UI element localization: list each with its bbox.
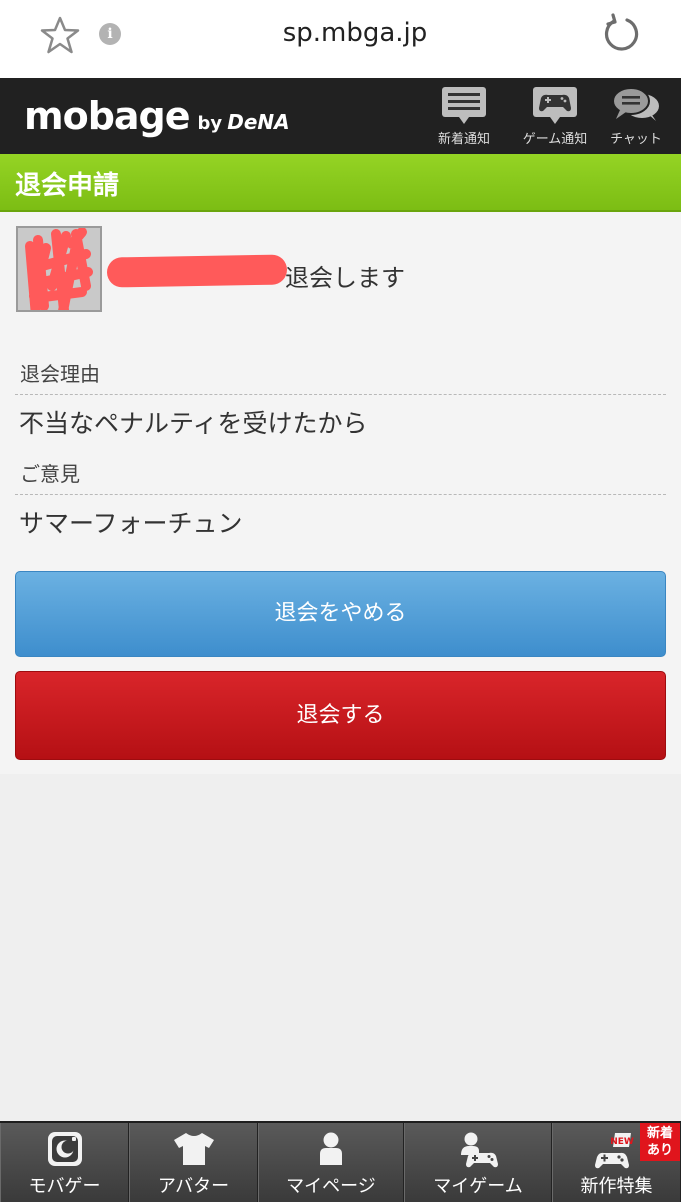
badge-line: 新着 — [646, 1126, 673, 1141]
new-tag-text: NEW — [610, 1137, 634, 1147]
withdraw-message: 退会します — [285, 264, 405, 292]
tab-label: アバター — [157, 1176, 230, 1197]
person-gamepad-icon — [461, 1132, 498, 1168]
page-title-bar: 退会申請 — [0, 154, 681, 212]
site-header: mobage by DeNA 新着通知 ゲーム通知 チャット — [0, 78, 681, 154]
gamepad-bubble-icon — [533, 87, 577, 124]
logo-text: mobage — [24, 94, 191, 138]
tab-new-games[interactable]: NEW 新着 あり 新作特集 — [552, 1123, 681, 1202]
opinion-value: サマーフォーチュン — [19, 509, 243, 538]
badge-line: あり — [646, 1143, 673, 1158]
header-button-label: チャット — [610, 132, 662, 147]
opinion-label: ご意見 — [20, 462, 80, 486]
tab-mypage[interactable]: マイページ — [258, 1123, 404, 1202]
logo-by: by — [197, 113, 223, 134]
chat-bubbles-icon — [612, 87, 659, 121]
info-icon[interactable]: i — [99, 23, 121, 45]
browser-address-bar: i sp.mbga.jp — [0, 0, 681, 78]
mobage-logo[interactable]: mobage by DeNA — [24, 94, 290, 138]
url-text[interactable]: sp.mbga.jp — [200, 18, 510, 48]
footer-tab-bar: モバゲー アバター マイページ マイゲーム NEW 新着 あり 新作特集 — [0, 1121, 681, 1202]
opinion-divider — [15, 494, 666, 495]
redacted-username — [106, 254, 288, 288]
new-gamepad-icon: NEW — [595, 1133, 634, 1169]
confirm-withdrawal-button[interactable]: 退会する — [15, 671, 666, 760]
person-icon — [320, 1132, 342, 1165]
header-button-label: ゲーム通知 — [522, 132, 588, 147]
tab-label: 新作特集 — [580, 1176, 653, 1197]
tab-mobage[interactable]: モバゲー — [0, 1123, 129, 1202]
tshirt-icon — [173, 1133, 214, 1165]
redaction-scribble — [25, 228, 93, 310]
new-arrival-badge: 新着 あり — [640, 1123, 680, 1161]
tab-label: マイページ — [286, 1176, 376, 1197]
tab-label: モバゲー — [28, 1176, 101, 1197]
header-notification-button[interactable]: 新着通知 — [429, 84, 499, 150]
reason-divider — [15, 394, 666, 395]
header-chat-button[interactable]: チャット — [604, 84, 668, 150]
tab-mygame[interactable]: マイゲーム — [404, 1123, 552, 1202]
reload-icon[interactable] — [600, 13, 642, 55]
cancel-withdrawal-button[interactable]: 退会をやめる — [15, 571, 666, 657]
avatar[interactable] — [16, 226, 102, 312]
page-title: 退会申請 — [15, 171, 120, 201]
tab-avatar[interactable]: アバター — [129, 1123, 258, 1202]
withdrawal-content: 退会します 退会理由 不当なペナルティを受けたから ご意見 サマーフォーチュン … — [0, 212, 681, 774]
logo-company: DeNA — [227, 110, 290, 134]
tab-label: マイゲーム — [433, 1176, 523, 1197]
reason-label: 退会理由 — [20, 362, 100, 386]
header-game-notification-button[interactable]: ゲーム通知 — [518, 84, 592, 150]
header-button-label: 新着通知 — [437, 132, 490, 147]
reason-value: 不当なペナルティを受けたから — [19, 409, 368, 438]
star-outline-icon[interactable] — [40, 15, 80, 55]
notification-list-icon — [442, 87, 486, 124]
mobage-app-icon — [47, 1132, 82, 1166]
